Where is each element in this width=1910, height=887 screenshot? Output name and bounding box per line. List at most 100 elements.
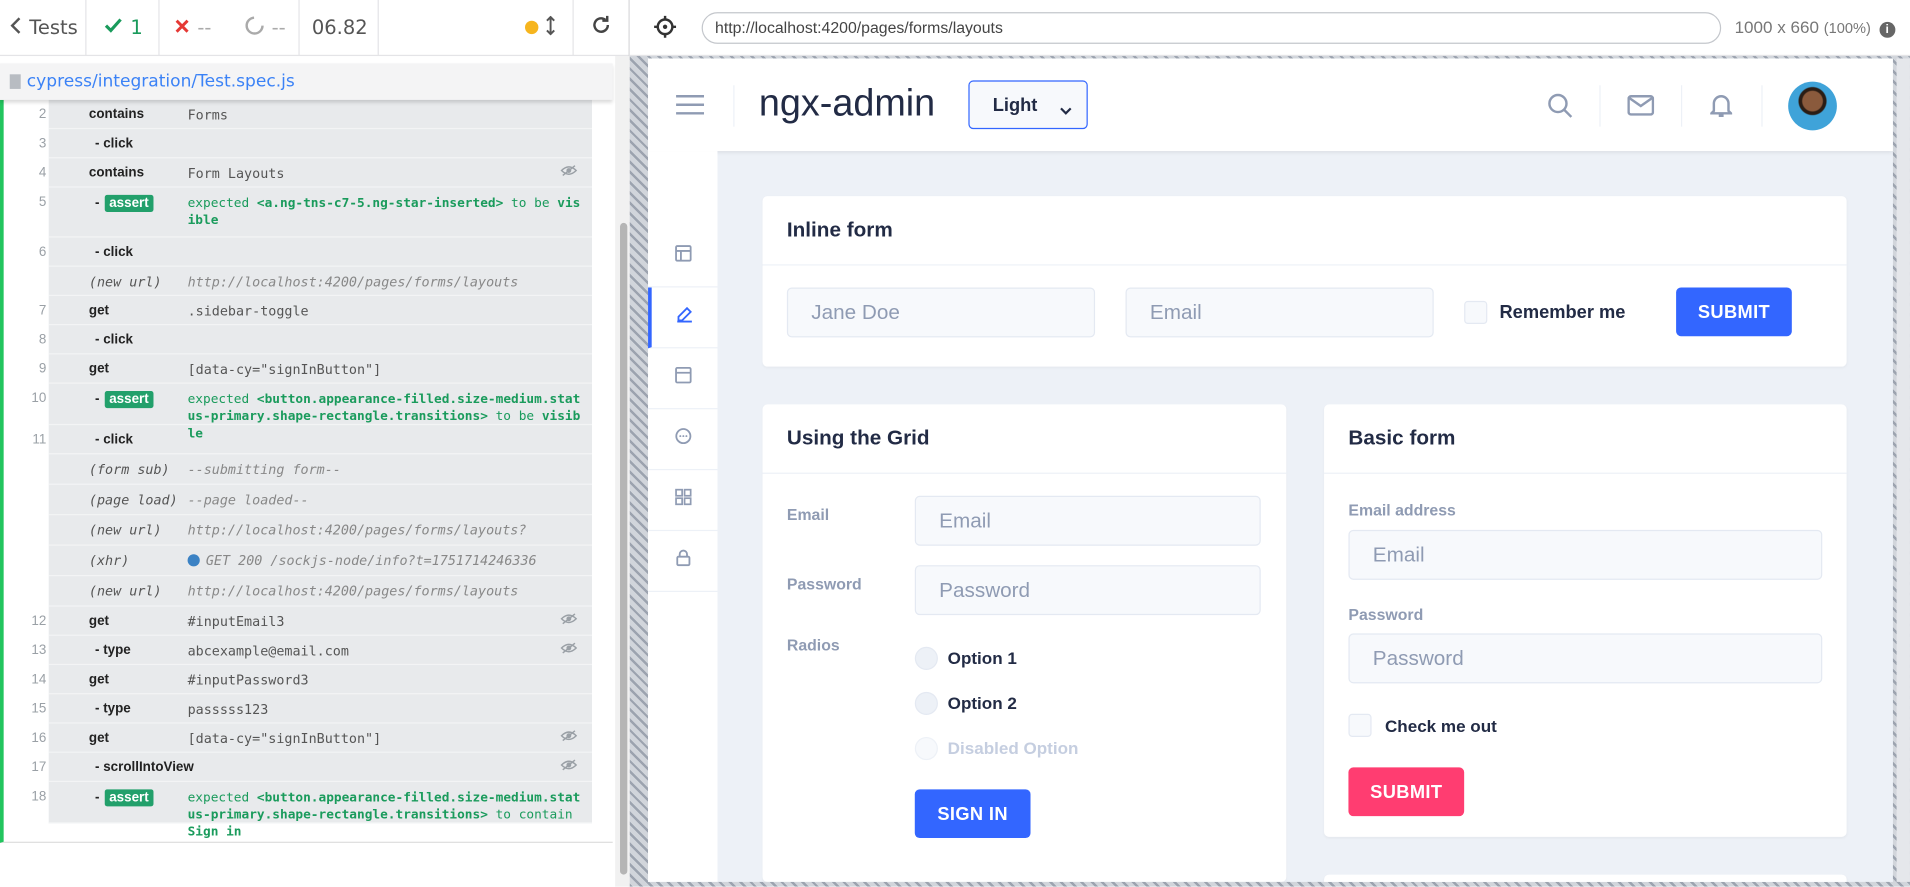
assert-subject: <a.ng-tns-c7-5.ng-star-inserted> — [256, 196, 504, 211]
selector-playground-icon[interactable] — [653, 15, 677, 44]
command-message: [data-cy="signInButton"] — [187, 361, 382, 378]
sidebar-item-ui-features[interactable] — [648, 348, 718, 410]
eye-slash-icon[interactable] — [560, 613, 578, 625]
sidebar-item-forms[interactable] — [648, 287, 718, 349]
command-row[interactable]: 17 - scrollIntoView — [31, 753, 592, 783]
command-row[interactable]: 16 get [data-cy="signInButton"] — [31, 724, 592, 753]
inline-submit-button[interactable]: SUBMIT — [1676, 287, 1792, 337]
command-row[interactable]: 6 - click — [39, 238, 592, 267]
remember-me-label[interactable]: Remember me — [1499, 302, 1625, 323]
command-name: contains — [88, 107, 145, 122]
command-row[interactable]: (xhr) GET 200 /sockjs-node/info?t=1751714… — [48, 546, 592, 577]
command-message — [188, 136, 585, 157]
command-row[interactable]: 11 - click — [32, 425, 592, 455]
command-row[interactable]: 12 get #inputEmail3 — [31, 607, 592, 636]
command-row[interactable]: 2 contains Forms — [39, 100, 592, 130]
command-row[interactable]: 15 - type passsss123 — [31, 694, 592, 724]
command-message: Form Layouts — [187, 165, 285, 182]
xhr-status-icon — [187, 554, 200, 567]
command-message: abcexample@email.com — [187, 643, 349, 659]
assert-verb: to be — [487, 409, 542, 424]
check-me-out-checkbox[interactable] — [1348, 713, 1372, 737]
command-name: - click — [95, 432, 134, 448]
rerun-button[interactable] — [574, 0, 629, 55]
eye-slash-icon[interactable] — [560, 730, 578, 742]
inline-email-input[interactable]: Email — [1125, 287, 1434, 338]
command-message: http://localhost:4200/pages/forms/layout… — [187, 274, 519, 290]
edit-icon — [676, 306, 693, 329]
command-row[interactable]: (new url) http://localhost:4200/pages/for… — [48, 267, 592, 296]
assert-badge: assert — [104, 194, 154, 212]
option2-radio[interactable] — [914, 691, 938, 716]
command-row[interactable]: 13 - type abcexample@email.com — [31, 636, 592, 666]
command-message: --page loaded-- — [187, 492, 309, 508]
command-name: contains — [88, 165, 145, 181]
command-row[interactable]: 9 get [data-cy="signInButton"] — [39, 354, 592, 384]
command-message: #inputPassword3 — [187, 672, 309, 689]
info-icon[interactable]: i — [1879, 21, 1896, 38]
check-me-out-label[interactable]: Check me out — [1385, 716, 1497, 735]
command-message: Forms — [187, 107, 228, 124]
command-row[interactable]: 14 get #inputPassword3 — [31, 665, 592, 695]
command-number: 7 — [38, 303, 47, 318]
remember-me-checkbox[interactable] — [1464, 300, 1488, 325]
command-message: --submitting form-- — [187, 461, 341, 478]
basic-email-label: Email address — [1348, 500, 1456, 519]
sidebar-item-layout[interactable] — [648, 227, 718, 288]
sign-in-button[interactable]: SIGN IN — [914, 789, 1031, 839]
back-to-tests-link[interactable]: Tests — [0, 0, 87, 56]
command-row[interactable]: 3 - click — [39, 129, 592, 159]
hamburger-menu-icon[interactable] — [676, 94, 705, 122]
option1-radio[interactable] — [914, 646, 938, 670]
command-number: 12 — [31, 613, 47, 629]
theme-select[interactable]: Light — [968, 80, 1088, 130]
command-row[interactable]: (form sub) --submitting form-- — [48, 454, 592, 485]
eye-slash-icon[interactable] — [560, 759, 578, 771]
brand-logo[interactable]: ngx-admin — [759, 82, 935, 126]
eye-slash-icon[interactable] — [560, 642, 578, 654]
command-number: 4 — [38, 165, 47, 181]
command-message — [188, 760, 585, 781]
option1-label[interactable]: Option 1 — [948, 648, 1017, 667]
command-row[interactable]: 10- assert expected <button.appearance-fil… — [31, 384, 592, 441]
grid-email-input[interactable]: Email — [914, 495, 1261, 546]
basic-password-input[interactable]: Password — [1348, 633, 1823, 684]
command-number: 15 — [31, 701, 47, 717]
command-row[interactable]: 4 contains Form Layouts — [39, 158, 592, 188]
command-message: [data-cy="signInButton"] — [187, 730, 382, 747]
name-input[interactable]: Jane Doe — [786, 287, 1096, 338]
url-bar[interactable]: http://localhost:4200/pages/forms/layout… — [701, 12, 1722, 44]
command-row[interactable]: 8 - click — [39, 325, 592, 355]
mail-icon[interactable] — [1627, 95, 1655, 122]
eye-slash-icon[interactable] — [560, 164, 578, 176]
search-icon[interactable] — [1547, 93, 1573, 125]
grid-password-input[interactable]: Password — [914, 565, 1261, 616]
spec-file-path[interactable]: cypress/integration/Test.spec.js — [27, 72, 295, 91]
reporter-scroll-thumb[interactable] — [620, 222, 628, 875]
bell-icon[interactable] — [1708, 93, 1734, 125]
xhr-text: GET 200 /sockjs-node/info?t=175171424633… — [205, 553, 537, 569]
command-number: 2 — [38, 107, 47, 122]
disabled-option-label: Disabled Option — [947, 738, 1079, 758]
basic-form-title: Basic form — [1324, 404, 1847, 474]
command-row[interactable]: 5- assert expected <a.ng-tns-c7-5.ng-star-… — [39, 188, 592, 238]
command-row[interactable]: (new url) http://localhost:4200/pages/for… — [48, 515, 592, 546]
sidebar-item-auth[interactable] — [648, 531, 718, 592]
command-row[interactable]: 18- assert expected <button.appearance-fil… — [31, 782, 592, 839]
basic-email-input[interactable]: Email — [1348, 529, 1823, 580]
command-row[interactable]: (page load) --page loaded-- — [48, 485, 592, 516]
command-name: get — [88, 361, 110, 377]
command-row[interactable]: (new url) http://localhost:4200/pages/for… — [48, 576, 592, 607]
auto-scroll-toggle[interactable] — [507, 0, 574, 56]
sidebar-item-extra[interactable] — [648, 470, 718, 532]
command-row[interactable]: 7 get .sidebar-toggle — [39, 296, 592, 326]
command-message — [188, 333, 585, 354]
basic-submit-button[interactable]: SUBMIT — [1348, 767, 1465, 817]
spec-file-bar[interactable]: cypress/integration/Test.spec.js — [0, 63, 613, 100]
command-number: 14 — [31, 672, 47, 688]
assert-prefix: expected — [187, 790, 257, 806]
sidebar-item-modal[interactable] — [648, 409, 718, 471]
option2-label[interactable]: Option 2 — [948, 693, 1017, 712]
reporter-header: Tests 1 -- -- 06.82 — [0, 0, 629, 57]
avatar[interactable] — [1788, 81, 1837, 131]
